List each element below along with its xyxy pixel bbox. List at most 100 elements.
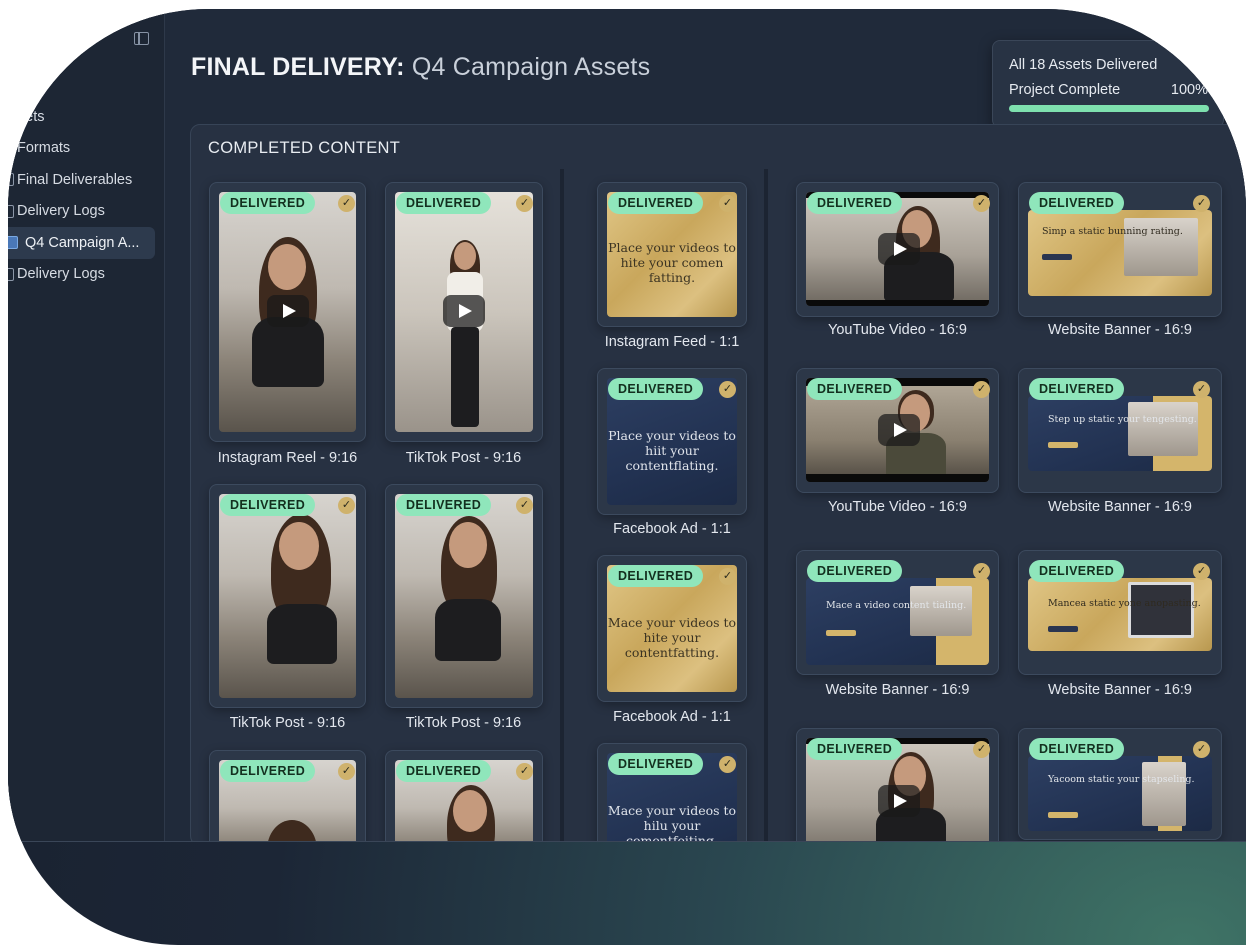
asset-caption: YouTube Video - 16:9: [828, 499, 967, 515]
asset-card-youtube-video[interactable]: DELIVERED ✓: [796, 182, 999, 317]
asset-caption: Website Banner - 16:9: [825, 682, 970, 698]
check-icon: ✓: [973, 381, 990, 398]
banner-text: Mace a video content tialing.: [826, 600, 967, 611]
delivered-badge: DELIVERED: [608, 378, 704, 400]
banner-thumbnail: Simp a static bunning rating.: [1028, 210, 1212, 296]
asset-card-square[interactable]: Mace your videos to hilu your comentfeit…: [597, 743, 747, 842]
delivered-badge: DELIVERED: [807, 192, 903, 214]
section-title: COMPLETED CONTENT: [208, 139, 401, 157]
check-icon: ✓: [973, 195, 990, 212]
play-icon[interactable]: [878, 414, 920, 446]
asset-caption: Website Banner - 16:9: [1047, 322, 1192, 338]
sidebar-toggle-icon[interactable]: [134, 32, 149, 45]
asset-caption: Website Banner - 16:9: [1047, 682, 1192, 698]
asset-card-website-banner[interactable]: Mace a video content tialing. DELIVERED …: [796, 550, 999, 675]
file-icon: [8, 236, 18, 250]
asset-card-website-banner[interactable]: Mancea static yone anopasting. DELIVERED…: [1018, 550, 1222, 675]
play-icon[interactable]: [878, 785, 920, 817]
check-icon: ✓: [973, 741, 990, 758]
check-icon: ✓: [1193, 563, 1210, 580]
check-icon: ✓: [338, 195, 355, 212]
check-icon: ✓: [719, 756, 736, 773]
page-title-rest: Q4 Campaign Assets: [411, 53, 651, 81]
photo-thumbnail: [219, 494, 356, 698]
sidebar-item-label: Delivery Logs: [17, 203, 105, 220]
banner-text: Mancea static yone anopasting.: [1048, 598, 1201, 609]
asset-card-website-banner[interactable]: Yacoom static your stapseling. DELIVERED…: [1018, 728, 1222, 840]
delivered-badge: DELIVERED: [1029, 378, 1125, 400]
delivered-badge: DELIVERED: [396, 192, 492, 214]
sidebar-item-label: Assets: [8, 108, 45, 125]
asset-caption: Facebook Ad - 1:1: [613, 709, 731, 725]
page-title: FINAL DELIVERY: Q4 Campaign Assets: [191, 53, 650, 82]
file-icon: [8, 204, 14, 218]
sidebar-item-delivery-logs-2[interactable]: Delivery Logs: [8, 259, 164, 291]
sidebar-item-assets[interactable]: Assets: [8, 101, 164, 133]
thumbnail-text: Place your videos to hiit your contentfl…: [608, 428, 736, 473]
asset-card-youtube-video[interactable]: DELIVERED ✓: [796, 728, 999, 841]
progress-percent: 100%: [1170, 82, 1208, 98]
photo-thumbnail: [395, 494, 533, 698]
delivered-badge: DELIVERED: [807, 378, 903, 400]
check-icon: ✓: [719, 568, 736, 585]
device-frame: Assets Formats Final Deliverables Delive…: [8, 9, 1246, 945]
asset-card-facebook-ad[interactable]: Place your videos to hiit your contentfl…: [597, 368, 747, 515]
asset-caption: TikTok Post - 9:16: [405, 715, 522, 731]
app-window: Assets Formats Final Deliverables Delive…: [8, 9, 1246, 842]
asset-card-instagram-feed[interactable]: Place your videos to hite your comen fat…: [597, 182, 747, 327]
page-title-bold: FINAL DELIVERY:: [191, 53, 405, 81]
asset-caption: Website Banner - 16:9: [1047, 499, 1192, 515]
check-icon: ✓: [1193, 381, 1210, 398]
check-icon: ✓: [338, 497, 355, 514]
delivery-status-card: All 18 Assets Delivered Project Complete…: [992, 40, 1224, 128]
check-icon: ✓: [516, 497, 533, 514]
sidebar-item-final-deliverables[interactable]: Final Deliverables: [8, 164, 164, 196]
asset-caption: TikTok Post - 9:16: [229, 715, 346, 731]
file-icon: [8, 173, 14, 187]
progress-bar-fill: [1009, 105, 1209, 112]
project-status-text: Project Complete: [1009, 82, 1121, 98]
thumbnail-text: Mace your videos to hilu your comentfeit…: [607, 803, 737, 842]
asset-card-tiktok-post[interactable]: DELIVERED ✓: [209, 484, 366, 708]
asset-caption: TikTok Post - 9:16: [405, 450, 522, 466]
asset-caption: Instagram Reel - 9:16: [217, 450, 358, 466]
delivered-badge: DELIVERED: [220, 760, 316, 782]
check-icon: ✓: [719, 195, 736, 212]
asset-card-tiktok-post[interactable]: DELIVERED ✓: [385, 484, 543, 708]
asset-card-vertical[interactable]: DELIVERED ✓: [209, 750, 366, 841]
delivered-badge: DELIVERED: [1029, 738, 1125, 760]
sidebar: Assets Formats Final Deliverables Delive…: [8, 9, 165, 841]
banner-thumbnail: Yacoom static your stapseling.: [1028, 756, 1212, 831]
column-divider: [764, 169, 768, 841]
banner-text: Step up static your tengesting.: [1048, 414, 1197, 425]
asset-caption: YouTube Video - 16:9: [828, 322, 967, 338]
asset-card-facebook-ad[interactable]: Mace your videos to hite your contentfat…: [597, 555, 747, 702]
file-icon: [8, 267, 14, 281]
column-divider: [560, 169, 564, 841]
sidebar-item-formats[interactable]: Formats: [8, 133, 164, 165]
sidebar-item-q4-campaign[interactable]: Q4 Campaign A...: [8, 227, 155, 259]
asset-card-youtube-video[interactable]: DELIVERED ✓: [796, 368, 999, 493]
delivered-badge: DELIVERED: [608, 565, 704, 587]
play-icon[interactable]: [878, 233, 920, 265]
play-icon[interactable]: [443, 295, 485, 327]
asset-card-website-banner[interactable]: Simp a static bunning rating. DELIVERED …: [1018, 182, 1222, 317]
asset-card-tiktok-post[interactable]: DELIVERED ✓: [385, 182, 543, 442]
asset-card-website-banner[interactable]: Step up static your tengesting. DELIVERE…: [1018, 368, 1222, 493]
sidebar-nav: Assets Formats Final Deliverables Delive…: [8, 101, 164, 290]
sidebar-item-label: Final Deliverables: [17, 171, 133, 188]
sidebar-item-label: Delivery Logs: [17, 266, 105, 283]
sidebar-item-delivery-logs[interactable]: Delivery Logs: [8, 196, 164, 228]
asset-card-instagram-reel[interactable]: DELIVERED ✓: [209, 182, 366, 442]
file-icon: [8, 141, 14, 155]
delivered-badge: DELIVERED: [608, 753, 704, 775]
banner-text: Simp a static bunning rating.: [1042, 226, 1183, 237]
check-icon: ✓: [1193, 195, 1210, 212]
delivered-badge: DELIVERED: [396, 494, 492, 516]
check-icon: ✓: [516, 195, 533, 212]
delivered-badge: DELIVERED: [608, 192, 704, 214]
sidebar-item-label: Q4 Campaign A...: [25, 234, 140, 251]
play-icon[interactable]: [267, 295, 309, 327]
asset-card-vertical[interactable]: DELIVERED ✓: [385, 750, 543, 841]
check-icon: ✓: [973, 563, 990, 580]
